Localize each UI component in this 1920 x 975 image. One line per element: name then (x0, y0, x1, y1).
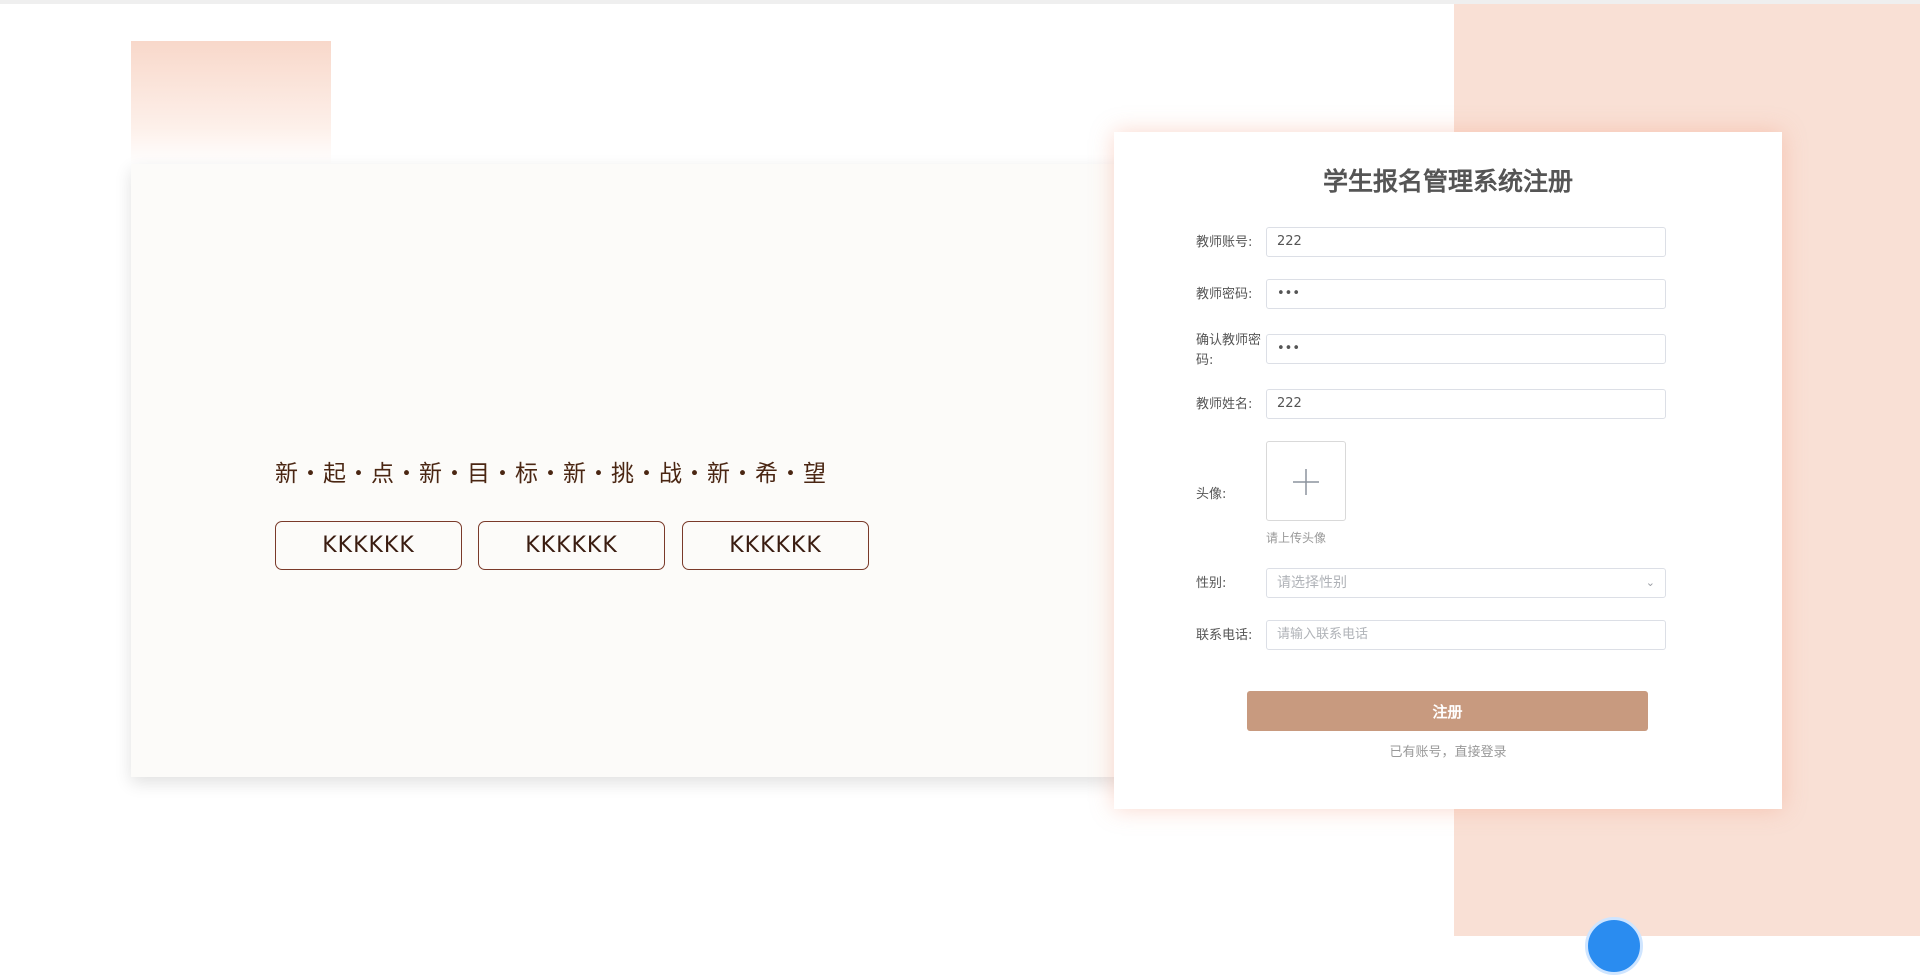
hero-button-2[interactable]: KKKKKK (478, 521, 665, 570)
hero-button-1[interactable]: KKKKKK (275, 521, 462, 570)
avatar-upload[interactable] (1266, 441, 1346, 521)
confirm-password-label: 确认教师密码: (1196, 333, 1262, 368)
avatar-label: 头像: (1196, 487, 1227, 502)
phone-label: 联系电话: (1196, 628, 1253, 643)
gender-label: 性别: (1196, 576, 1227, 591)
gender-select-placeholder: 请选择性别 (1277, 575, 1347, 591)
form-title: 学生报名管理系统注册 (1322, 167, 1573, 196)
login-link[interactable]: 已有账号，直接登录 (1114, 741, 1782, 760)
decorative-square (131, 41, 331, 165)
password-input[interactable]: ••• (1266, 279, 1666, 309)
avatar-upload-hint: 请上传头像 (1266, 531, 1327, 545)
account-input[interactable]: 222 (1266, 227, 1666, 257)
name-input[interactable]: 222 (1266, 389, 1666, 419)
account-label: 教师账号: (1196, 235, 1253, 250)
register-form-card: 学生报名管理系统注册 教师账号: 222 教师密码: ••• 确认教师密码: •… (1114, 132, 1782, 809)
register-button[interactable]: 注册 (1247, 691, 1648, 731)
name-label: 教师姓名: (1196, 397, 1253, 412)
gender-select[interactable]: 请选择性别 ⌄ (1266, 568, 1666, 598)
confirm-password-input[interactable]: ••• (1266, 334, 1666, 364)
password-label: 教师密码: (1196, 287, 1253, 302)
phone-input[interactable]: 请输入联系电话 (1266, 620, 1666, 650)
plus-icon (1293, 469, 1319, 495)
floating-action-button[interactable] (1585, 917, 1643, 975)
hero-button-3[interactable]: KKKKKK (682, 521, 869, 570)
hero-slogan: 新・起・点・新・目・标・新・挑・战・新・希・望 (275, 461, 827, 487)
chevron-down-icon: ⌄ (1645, 576, 1655, 589)
